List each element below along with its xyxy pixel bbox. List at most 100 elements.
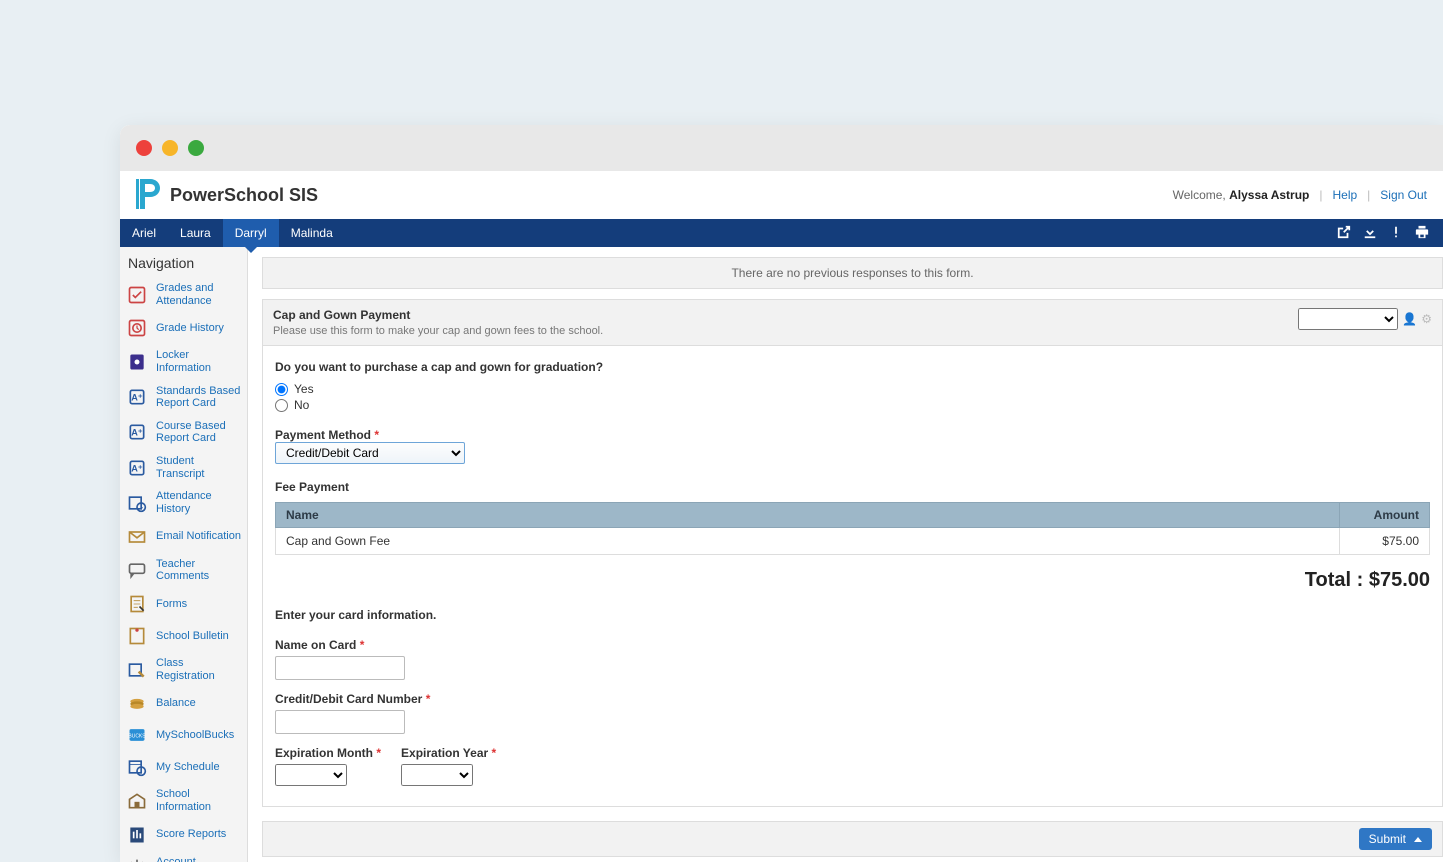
sidebar: Navigation Grades and Attendance Grade H… (120, 247, 248, 862)
nav-label: Student Transcript (156, 455, 241, 480)
nav-label: School Information (156, 788, 241, 813)
header-right: Welcome, Alyssa Astrup | Help | Sign Out (1173, 188, 1427, 202)
nav-label: Locker Information (156, 349, 241, 374)
comments-icon (126, 559, 148, 581)
nav-balance[interactable]: Balance (120, 687, 247, 719)
report-card-icon: A⁺ (126, 421, 148, 443)
user-icon: 👤 (1402, 312, 1417, 326)
tab-malinda[interactable]: Malinda (279, 219, 345, 247)
exp-month-label: Expiration Month * (275, 746, 381, 760)
purchase-no-option[interactable]: No (275, 398, 1430, 412)
nav-label: Grade History (156, 322, 224, 335)
locker-icon (126, 351, 148, 373)
nav-locker-info[interactable]: Locker Information (120, 344, 247, 379)
forms-icon (126, 593, 148, 615)
nav-label: Score Reports (156, 828, 226, 841)
tab-laura[interactable]: Laura (168, 219, 223, 247)
signout-link[interactable]: Sign Out (1380, 188, 1427, 202)
purchase-yes-radio[interactable] (275, 383, 288, 396)
nav-school-information[interactable]: School Information (120, 783, 247, 818)
purchase-yes-option[interactable]: Yes (275, 382, 1430, 396)
close-window-button[interactable] (136, 140, 152, 156)
form-response-select[interactable] (1298, 308, 1398, 330)
fee-row-name: Cap and Gown Fee (276, 528, 1340, 555)
nav-label: Teacher Comments (156, 558, 241, 583)
exp-year-label: Expiration Year * (401, 746, 496, 760)
help-link[interactable]: Help (1332, 188, 1357, 202)
gear-icon[interactable]: ⚙ (1421, 312, 1432, 326)
grades-attendance-icon (126, 284, 148, 306)
app-window: PowerSchool SIS Welcome, Alyssa Astrup |… (120, 125, 1443, 862)
external-link-icon[interactable] (1337, 225, 1351, 242)
nav-email-notification[interactable]: Email Notification (120, 521, 247, 553)
fee-table: Name Amount Cap and Gown Fee $75.00 (275, 502, 1430, 555)
name-on-card-input[interactable] (275, 656, 405, 680)
maximize-window-button[interactable] (188, 140, 204, 156)
nav-title: Navigation (120, 247, 247, 277)
nav-forms[interactable]: Forms (120, 588, 247, 620)
tab-darryl[interactable]: Darryl (223, 219, 279, 247)
welcome-text: Welcome, Alyssa Astrup (1173, 188, 1310, 202)
nav-myschoolbucks[interactable]: BUCKS MySchoolBucks (120, 719, 247, 751)
transcript-icon: A⁺ (126, 457, 148, 479)
nav-school-bulletin[interactable]: School Bulletin (120, 620, 247, 652)
fee-row-amount: $75.00 (1340, 528, 1430, 555)
form-panel: Cap and Gown Payment Please use this for… (262, 299, 1443, 807)
minimize-window-button[interactable] (162, 140, 178, 156)
score-reports-icon (126, 824, 148, 846)
form-panel-header: Cap and Gown Payment Please use this for… (263, 300, 1442, 346)
name-on-card-label: Name on Card * (275, 638, 1430, 652)
nav-label: My Schedule (156, 761, 220, 774)
nav-label: Attendance History (156, 490, 241, 515)
nav-score-reports[interactable]: Score Reports (120, 819, 247, 851)
nav-my-schedule[interactable]: My Schedule (120, 751, 247, 783)
registration-icon (126, 659, 148, 681)
attendance-history-icon (126, 492, 148, 514)
nav-student-transcript[interactable]: A⁺ Student Transcript (120, 450, 247, 485)
nav-class-registration[interactable]: Class Registration (120, 652, 247, 687)
purchase-question: Do you want to purchase a cap and gown f… (275, 360, 1430, 374)
nav-grade-history[interactable]: Grade History (120, 312, 247, 344)
powerschool-logo-icon (136, 179, 160, 212)
nav-label: Account Preferences (156, 856, 241, 862)
app-name: PowerSchool SIS (170, 185, 318, 206)
preferences-icon (126, 857, 148, 862)
nav-course-report-card[interactable]: A⁺ Course Based Report Card (120, 415, 247, 450)
print-icon[interactable] (1415, 225, 1429, 242)
nav-label: Email Notification (156, 530, 241, 543)
download-icon[interactable] (1363, 225, 1377, 242)
email-icon (126, 526, 148, 548)
nav-attendance-history[interactable]: Attendance History (120, 485, 247, 520)
app-logo: PowerSchool SIS (136, 179, 318, 212)
nav-teacher-comments[interactable]: Teacher Comments (120, 553, 247, 588)
submit-bar: Submit (262, 821, 1443, 857)
payment-method-select[interactable]: Credit/Debit Card (275, 442, 465, 464)
exp-year-select[interactable] (401, 764, 473, 786)
balance-icon (126, 692, 148, 714)
nav-standards-report-card[interactable]: A⁺ Standards Based Report Card (120, 380, 247, 415)
alert-icon[interactable] (1389, 225, 1403, 242)
fee-col-amount: Amount (1340, 503, 1430, 528)
no-previous-responses-banner: There are no previous responses to this … (262, 257, 1443, 289)
chevron-up-icon (1414, 837, 1422, 842)
nav-label: School Bulletin (156, 630, 229, 643)
nav-label: Forms (156, 598, 187, 611)
nav-grades-attendance[interactable]: Grades and Attendance (120, 277, 247, 312)
submit-button[interactable]: Submit (1359, 828, 1432, 850)
exp-month-select[interactable] (275, 764, 347, 786)
table-row: Cap and Gown Fee $75.00 (276, 528, 1430, 555)
svg-text:A⁺: A⁺ (131, 463, 143, 473)
grade-history-icon (126, 317, 148, 339)
purchase-no-radio[interactable] (275, 399, 288, 412)
form-title: Cap and Gown Payment (273, 308, 1298, 322)
nav-account-preferences[interactable]: Account Preferences (120, 851, 247, 862)
svg-text:BUCKS: BUCKS (128, 734, 146, 740)
nav-label: Balance (156, 697, 196, 710)
card-number-input[interactable] (275, 710, 405, 734)
fee-section-title: Fee Payment (275, 480, 1430, 494)
fee-col-name: Name (276, 503, 1340, 528)
tab-ariel[interactable]: Ariel (120, 219, 168, 247)
nav-label: Class Registration (156, 657, 241, 682)
report-card-icon: A⁺ (126, 386, 148, 408)
myschoolbucks-icon: BUCKS (126, 724, 148, 746)
